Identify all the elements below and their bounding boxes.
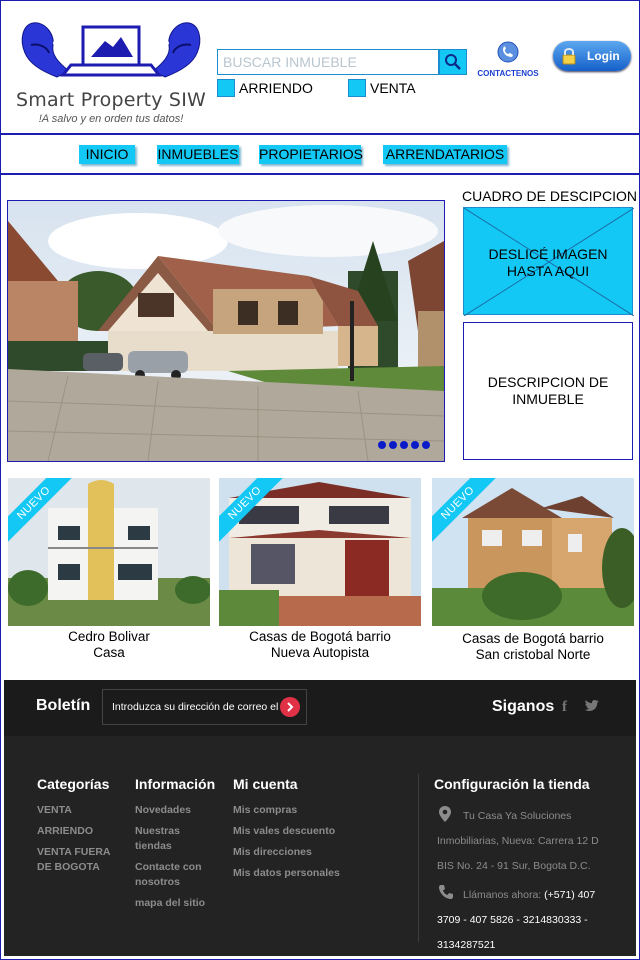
footer-link-venta-fuera[interactable]: VENTA FUERA DE BOGOTA xyxy=(37,845,117,875)
store-address-line1: Tu Casa Ya Soluciones xyxy=(463,810,572,822)
categories-list: VENTA ARRIENDO VENTA FUERA DE BOGOTA xyxy=(37,803,117,881)
main-nav: INICIO INMUEBLES PROPIETARIOS ARRENDATAR… xyxy=(1,135,639,175)
search-box xyxy=(217,49,439,75)
newsletter-submit-button[interactable] xyxy=(280,697,300,717)
nav-item-inicio[interactable]: INICIO xyxy=(79,145,135,164)
slider-dot[interactable] xyxy=(400,441,408,449)
brand-name: Smart Property SIW xyxy=(15,89,206,111)
phone-icon xyxy=(439,885,453,899)
listing-caption: Casas de Bogotá barrio San cristobal Nor… xyxy=(432,631,634,663)
slider-dot[interactable] xyxy=(378,441,386,449)
information-title: Información xyxy=(135,776,216,792)
hero-slider[interactable] xyxy=(7,200,445,462)
footer-link-contacte[interactable]: Contacte con nosotros xyxy=(135,860,215,890)
drop-zone-text: DESLICÉ IMAGEN HASTA AQUI xyxy=(488,246,608,279)
follow-title: Siganos xyxy=(492,698,555,715)
footer-link-compras[interactable]: Mis compras xyxy=(233,803,353,818)
twitter-icon[interactable] xyxy=(584,699,600,717)
listing-caption: Casas de Bogotá barrio Nueva Autopista xyxy=(219,629,421,661)
listing-title: Casas de Bogotá barrio xyxy=(249,629,391,644)
nav-item-propietarios[interactable]: PROPIETARIOS xyxy=(259,145,363,164)
store-address-line3: BIS No. 24 - 91 Sur, Bogota D.C. xyxy=(437,860,591,872)
filter-rent-checkbox[interactable] xyxy=(217,79,235,97)
categories-title: Categorías xyxy=(37,776,110,792)
store-config-title: Configuración la tienda xyxy=(434,776,590,792)
listing-subtitle: San cristobal Norte xyxy=(475,647,591,662)
brand-tagline: !A salvo y en orden tus datos! xyxy=(38,113,184,125)
newsletter-title: Boletín xyxy=(36,697,91,714)
listing-caption: Cedro Bolivar Casa xyxy=(8,629,210,661)
location-pin-icon xyxy=(439,806,451,822)
login-label: Login xyxy=(587,49,620,63)
site-header: Smart Property SIW !A salvo y en orden t… xyxy=(1,1,639,135)
newsletter-bar: Boletín Introduzca su dirección de corre… xyxy=(4,680,636,736)
footer-link-tiendas[interactable]: Nuestras tiendas xyxy=(135,824,215,854)
twitter-bird-icon xyxy=(585,700,599,711)
slider-dots xyxy=(378,441,430,449)
chevron-right-icon xyxy=(287,702,294,712)
contact-label: CONTACTENOS xyxy=(477,69,539,78)
login-button[interactable]: Login xyxy=(553,41,631,71)
site-logo[interactable]: Smart Property SIW !A salvo y en orden t… xyxy=(11,15,211,130)
phone-number-part1: (+571) 407 xyxy=(544,889,596,901)
filter-rent-label: ARRIENDO xyxy=(239,80,313,96)
filter-sale[interactable]: VENTA xyxy=(348,79,416,97)
listing-image[interactable]: NUEVO xyxy=(8,478,210,626)
facebook-icon[interactable]: f xyxy=(562,699,567,716)
footer-link-arriendo[interactable]: ARRIENDO xyxy=(37,824,117,839)
listing-title: Casas de Bogotá barrio xyxy=(462,631,604,646)
information-list: Novedades Nuestras tiendas Contacte con … xyxy=(135,803,215,917)
footer-divider xyxy=(418,774,419,942)
store-address-line2: Inmobiliarias, Nueva: Carrera 12 D xyxy=(437,835,599,847)
filter-sale-label: VENTA xyxy=(370,80,416,96)
nav-item-inmuebles[interactable]: INMUEBLES xyxy=(157,145,239,164)
description-panel-title: CUADRO DE DESCIPCION xyxy=(462,188,638,204)
filter-rent[interactable]: ARRIENDO xyxy=(217,79,313,97)
property-description-box: DESCRIPCION DE INMUEBLE xyxy=(463,322,633,460)
slider-dot[interactable] xyxy=(389,441,397,449)
listing-subtitle: Casa xyxy=(93,645,125,660)
listing-card[interactable]: NUEVO Casas de Bogotá barrio Nueva Autop… xyxy=(219,478,421,661)
lock-icon xyxy=(562,48,576,65)
nav-item-arrendatarios[interactable]: ARRENDATARIOS xyxy=(383,145,507,164)
hero-house-image xyxy=(8,201,444,461)
store-phone-line3: 3134287521 xyxy=(437,939,496,951)
logo-hands-laptop-icon xyxy=(21,22,201,78)
listing-card[interactable]: NUEVO Cedro Bolivar Casa xyxy=(8,478,210,661)
footer-link-direcciones[interactable]: Mis direcciones xyxy=(233,845,353,860)
listing-title: Cedro Bolivar xyxy=(68,629,150,644)
footer-link-vales[interactable]: Mis vales descuento xyxy=(233,824,353,839)
account-list: Mis compras Mis vales descuento Mis dire… xyxy=(233,803,353,887)
filter-sale-checkbox[interactable] xyxy=(348,79,366,97)
account-title: Mi cuenta xyxy=(233,776,298,792)
listing-image[interactable]: NUEVO xyxy=(219,478,421,626)
store-phone-line2: 3709 - 407 5826 - 3214830333 - xyxy=(437,914,588,926)
site-footer: Boletín Introduzca su dirección de corre… xyxy=(4,680,636,956)
listing-image[interactable]: NUEVO xyxy=(432,478,634,626)
listing-subtitle: Nueva Autopista xyxy=(270,645,370,660)
contact-link[interactable]: CONTACTENOS xyxy=(475,41,541,78)
footer-link-datos[interactable]: Mis datos personales xyxy=(233,866,353,881)
phone-label: Llámanos ahora: xyxy=(463,889,542,901)
footer-link-mapa[interactable]: mapa del sitio xyxy=(135,896,215,911)
listing-card[interactable]: NUEVO Casas de Bogotá barrio San cristob… xyxy=(432,478,634,663)
slider-dot[interactable] xyxy=(411,441,419,449)
property-description-text: DESCRIPCION DE INMUEBLE xyxy=(487,374,609,407)
phone-icon xyxy=(497,41,519,63)
footer-link-novedades[interactable]: Novedades xyxy=(135,803,215,818)
image-drop-zone[interactable]: DESLICÉ IMAGEN HASTA AQUI xyxy=(463,207,634,316)
slider-dot[interactable] xyxy=(422,441,430,449)
footer-link-venta[interactable]: VENTA xyxy=(37,803,117,818)
search-input[interactable] xyxy=(218,50,438,74)
search-button[interactable] xyxy=(439,49,467,75)
store-phone-line1: Llámanos ahora: (+571) 407 xyxy=(463,889,595,901)
newsletter-email-input[interactable]: Introduzca su dirección de correo el xyxy=(102,689,307,725)
search-icon xyxy=(445,54,461,70)
